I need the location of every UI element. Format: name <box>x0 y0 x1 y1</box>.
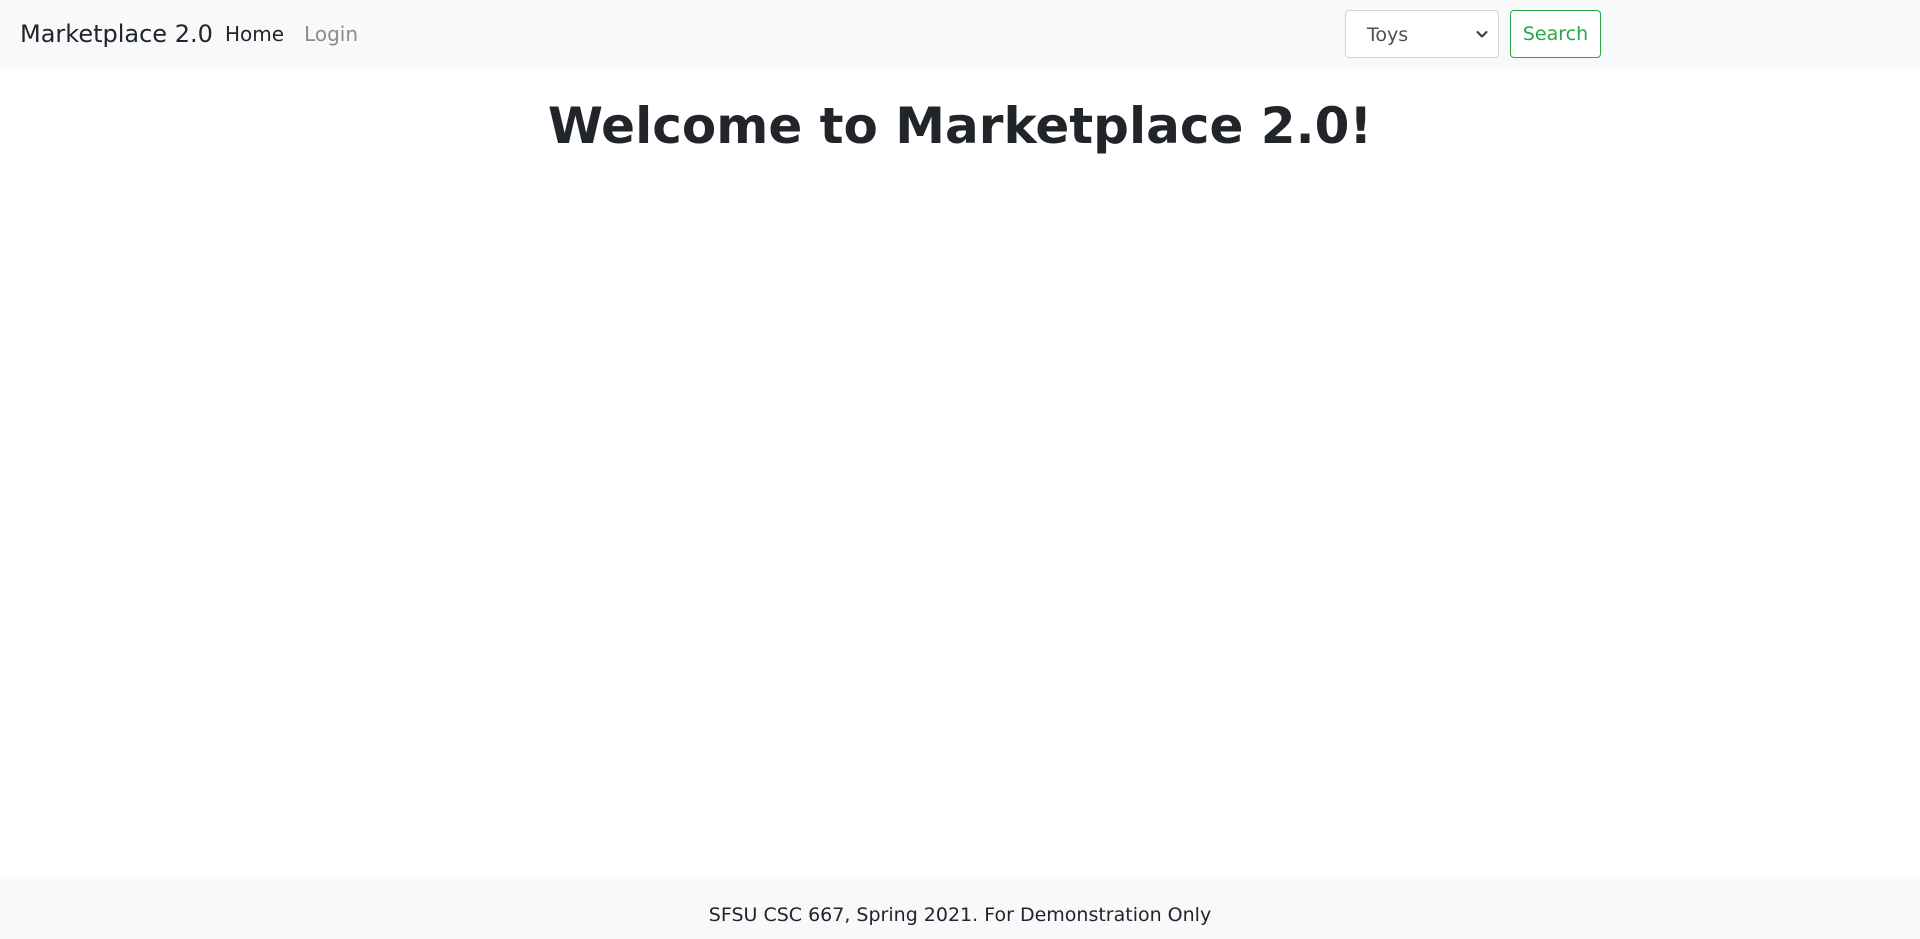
nav-link-home[interactable]: Home <box>225 20 284 48</box>
brand-link[interactable]: Marketplace 2.0 <box>20 18 213 50</box>
search-button[interactable]: Search <box>1510 10 1601 58</box>
category-select[interactable]: Toys <box>1345 10 1499 58</box>
top-navbar: Marketplace 2.0 Home Login Toys Search <box>0 0 1920 68</box>
search-form: Toys Search <box>1345 10 1601 58</box>
footer: SFSU CSC 667, Spring 2021. For Demonstra… <box>0 879 1920 939</box>
nav-link-login[interactable]: Login <box>304 20 358 48</box>
category-select-value: Toys <box>1367 24 1409 46</box>
page-title: Welcome to Marketplace 2.0! <box>547 97 1373 155</box>
nav-links: Home Login <box>225 20 358 48</box>
chevron-down-icon <box>1476 31 1488 38</box>
footer-text: SFSU CSC 667, Spring 2021. For Demonstra… <box>708 904 1212 926</box>
